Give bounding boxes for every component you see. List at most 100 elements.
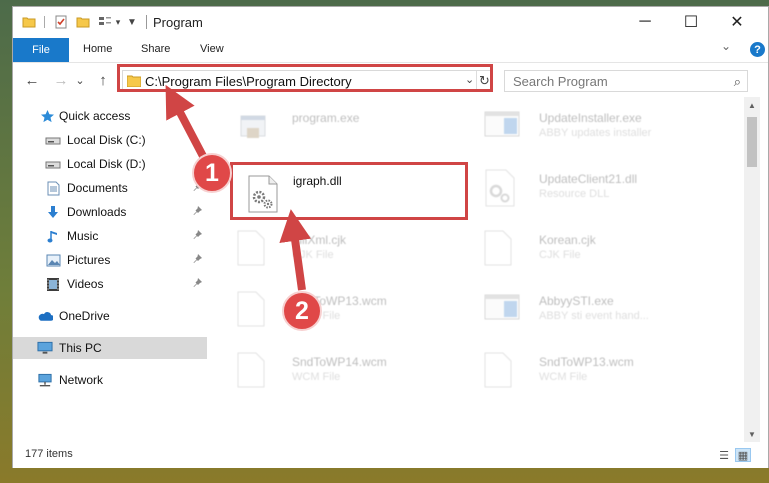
sidebar-item-downloads[interactable]: Downloads — [13, 201, 207, 223]
close-button[interactable]: ✕ — [714, 7, 760, 37]
file-item[interactable]: program.exe — [209, 102, 449, 160]
sidebar-item-label: This PC — [59, 341, 102, 355]
large-icons-view-icon[interactable]: ▦ — [735, 448, 751, 462]
blank-file-icon — [237, 230, 269, 270]
sidebar-item-network[interactable]: Network — [13, 369, 207, 391]
pin-icon[interactable] — [193, 230, 202, 242]
pin-icon[interactable] — [193, 278, 202, 290]
search-input[interactable]: Search Program — [513, 74, 608, 89]
file-name: UpdateClient21.dll — [539, 172, 638, 186]
sidebar-item-label: Documents — [67, 181, 128, 195]
recent-locations-button[interactable]: ⌄ — [74, 70, 86, 90]
divider — [43, 13, 46, 31]
file-type: WCM File — [292, 371, 341, 383]
file-name: FillXml.cjk — [292, 233, 346, 247]
blank-file-icon — [237, 291, 269, 331]
sidebar-item-label: Network — [59, 373, 104, 387]
vertical-scrollbar[interactable]: ▲ ▼ — [744, 97, 760, 442]
drive-icon — [45, 132, 61, 148]
sidebar-item-label: OneDrive — [59, 309, 110, 323]
sidebar-item-label: Music — [67, 229, 99, 243]
window-app-icon — [484, 108, 520, 148]
up-button[interactable]: ↑ — [93, 70, 113, 90]
file-item[interactable]: SndToWP13.wcm WCM File — [209, 285, 449, 343]
file-name: Korean.cjk — [539, 233, 596, 247]
tab-file[interactable]: File — [13, 38, 69, 62]
sidebar-item-videos[interactable]: Videos — [13, 273, 207, 295]
folder-icon[interactable] — [21, 13, 37, 31]
view-options-dropdown-icon[interactable]: ▾ — [114, 13, 122, 31]
maximize-button[interactable]: ☐ — [668, 7, 714, 37]
file-name: UpdateInstaller.exe — [539, 111, 642, 125]
file-highlight — [230, 162, 468, 220]
search-icon[interactable]: ⌕ — [734, 74, 741, 90]
divider — [146, 15, 147, 29]
file-item[interactable]: SndToWP13.wcm WCM File — [456, 346, 696, 404]
blank-file-icon — [237, 352, 269, 392]
sidebar-item-local-disk-d[interactable]: Local Disk (D:) — [13, 153, 207, 175]
sidebar-item-label: Pictures — [67, 253, 111, 267]
sidebar-item-this-pc[interactable]: This PC — [13, 337, 207, 359]
address-bar-highlight — [117, 64, 493, 92]
sidebar-item-documents[interactable]: Documents — [13, 177, 207, 199]
title-bar: ▾ ▼ Program ─ ☐ ✕ — [13, 7, 768, 38]
new-folder-icon[interactable] — [75, 13, 91, 31]
file-item[interactable]: SndToWP14.wcm WCM File — [209, 346, 449, 404]
blank-file-icon — [484, 352, 516, 392]
pin-icon[interactable] — [193, 206, 202, 218]
file-type: Resource DLL — [539, 188, 610, 200]
computer-icon — [37, 340, 53, 356]
view-options-icon[interactable] — [97, 13, 113, 31]
file-type: CJK File — [539, 249, 581, 261]
sidebar-item-music[interactable]: Music — [13, 225, 207, 247]
forward-button[interactable]: → — [51, 70, 71, 90]
scrollbar-thumb[interactable] — [747, 117, 757, 167]
cloud-icon — [37, 308, 53, 324]
scroll-down-icon[interactable]: ▼ — [744, 426, 760, 442]
file-type: CJK File — [292, 249, 334, 261]
file-item[interactable]: AbbyySTI.exe ABBY sti event hand... — [456, 285, 696, 343]
search-box[interactable]: Search Program ⌕ — [504, 70, 748, 92]
sidebar-item-onedrive[interactable]: OneDrive — [13, 305, 207, 327]
callout-2-badge: 2 — [282, 291, 322, 331]
star-icon — [39, 108, 55, 124]
file-name: SndToWP14.wcm — [292, 355, 387, 369]
tab-home[interactable]: Home — [83, 43, 112, 55]
callout-1-badge: 1 — [192, 153, 232, 193]
customize-dropdown-icon[interactable]: ▼ — [126, 13, 138, 31]
scroll-up-icon[interactable]: ▲ — [744, 97, 760, 113]
properties-icon[interactable] — [53, 13, 69, 31]
file-item[interactable]: UpdateClient21.dll Resource DLL — [456, 163, 696, 221]
tab-view[interactable]: View — [200, 43, 224, 55]
back-button[interactable]: ← — [22, 70, 42, 90]
drive-icon — [45, 156, 61, 172]
blank-file-icon — [484, 230, 516, 270]
tab-share[interactable]: Share — [141, 43, 170, 55]
sidebar-item-local-disk-c[interactable]: Local Disk (C:) — [13, 129, 207, 151]
file-name: program.exe — [292, 111, 360, 125]
expand-ribbon-icon[interactable]: ⌄ — [721, 39, 731, 53]
sidebar-item-label: Downloads — [67, 205, 127, 219]
exe-icon — [237, 108, 269, 148]
help-icon[interactable]: ? — [750, 42, 765, 57]
file-name: SndToWP13.wcm — [539, 355, 634, 369]
music-icon — [45, 228, 61, 244]
file-item[interactable]: UpdateInstaller.exe ABBY updates install… — [456, 102, 696, 160]
navigation-pane: Quick access Local Disk (C:) Local Disk … — [13, 97, 209, 442]
sidebar-item-quick-access[interactable]: Quick access — [13, 105, 207, 127]
file-item[interactable]: FillXml.cjk CJK File — [209, 224, 449, 282]
videos-icon — [45, 276, 61, 292]
file-type: WCM File — [539, 371, 588, 383]
file-item[interactable]: Korean.cjk CJK File — [456, 224, 696, 282]
sidebar-item-pictures[interactable]: Pictures — [13, 249, 207, 271]
file-name: AbbyySTI.exe — [539, 294, 614, 308]
file-type: ABBY updates installer — [539, 127, 652, 139]
network-icon — [37, 372, 53, 388]
status-bar: 177 items ☰ ▦ — [13, 443, 768, 468]
pictures-icon — [45, 252, 61, 268]
minimize-button[interactable]: ─ — [622, 7, 668, 37]
sidebar-item-label: Local Disk (D:) — [67, 157, 146, 171]
sidebar-item-label: Quick access — [59, 109, 131, 123]
pin-icon[interactable] — [193, 254, 202, 266]
details-view-icon[interactable]: ☰ — [716, 448, 732, 462]
